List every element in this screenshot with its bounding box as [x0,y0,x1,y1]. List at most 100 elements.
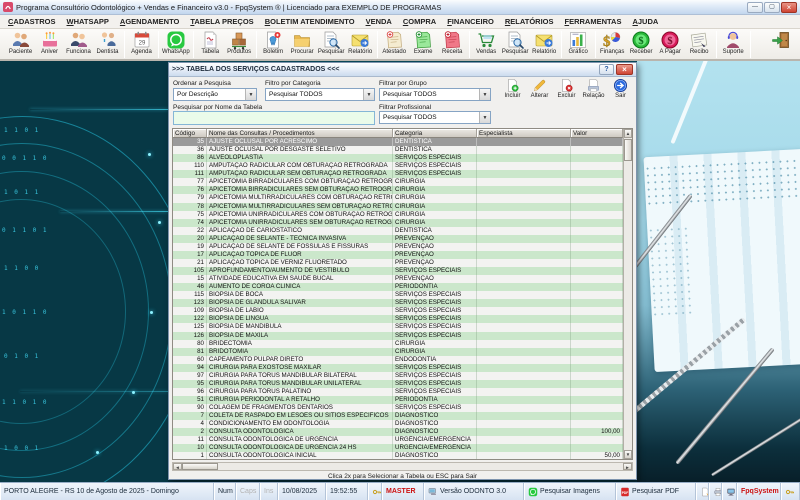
table-row[interactable]: 78APICETOMIA MULTIRRADICULARES SEM OBTUR… [173,203,623,211]
alterar-button[interactable]: Alterar [526,78,553,99]
menu-item-whatsapp[interactable]: WHATSAPP [62,16,114,27]
toolbar-button-boletim[interactable]: Boletim [259,30,288,55]
scroll-up-icon[interactable] [624,129,632,138]
toolbar-button-tabela[interactable]: Tabela [196,30,225,55]
toolbar-button-receita[interactable]: Receita [438,30,467,55]
order-select[interactable]: Por Descrição [173,88,257,101]
table-row[interactable]: 2CONSULTA ODONTOLÓGICADIAGNÓSTICO100,00 [173,428,623,436]
excluir-button[interactable]: Excluir [553,78,580,99]
table-row[interactable]: 1CONSULTA ODONTOLÓGICA INICIALDIAGNÓSTIC… [173,452,623,459]
menu-item-ajuda[interactable]: AJUDA [627,16,663,27]
column-header-nome-das-consultas-procedimentos[interactable]: Nome das Consultas / Procedimentos [207,129,393,138]
table-row[interactable]: 81BRIDOTOMIACIRURGIA [173,348,623,356]
toolbar-button-relatorio[interactable]: Relatório [346,30,375,55]
menu-item-boletim-atendimento[interactable]: BOLETIM ATENDIMENTO [260,16,360,27]
incluir-button[interactable]: Incluir [499,78,526,99]
horizontal-scrollbar[interactable] [172,462,633,471]
table-row[interactable]: 11CONSULTA ODONTOLÓGICA DE URGÊNCIAURGÊN… [173,436,623,444]
group-select[interactable]: Pesquisar TODOS [379,88,491,101]
toolbar-button-suporte[interactable]: Suporte [719,30,748,55]
sair-button[interactable]: Sair [607,78,634,99]
toolbar-button-financas[interactable]: $Finanças [598,30,627,55]
table-row[interactable]: 76APICETOMIA BIRRADICULARES SEM OBTURAÇÃ… [173,186,623,194]
table-row[interactable]: 123BIÓPSIA DE GLÂNDULA SALIVARSERVIÇOS E… [173,299,623,307]
table-row[interactable]: 7COLETA DE RASPADO EM LESÕES OU SITIOS E… [173,412,623,420]
category-select[interactable]: Pesquisar TODOS [265,88,375,101]
toolbar-button-a-pagar[interactable]: $A Pagar [656,30,685,55]
dialog-close-button[interactable] [616,64,633,75]
table-row[interactable]: 17APLICAÇÃO TOPICA DE FLUORPREVENÇÃO [173,251,623,259]
table-row[interactable]: 46AUMENTO DE COROA CLINICAPERIODONTIA [173,283,623,291]
scroll-down-icon[interactable] [624,450,632,459]
table-row[interactable]: 80BRIDECTOMIACIRURGIA [173,340,623,348]
table-row[interactable]: 95CIRURGIA PARA TORUS MANDIBULAR UNILATE… [173,380,623,388]
table-row[interactable]: 96CIRURGIA PARA TORUS PALATINOSERVIÇOS E… [173,388,623,396]
toolbar-button-atestado[interactable]: Atestado [380,30,409,55]
table-row[interactable]: 109BIÓPSIA DE LÁBIOSERVIÇOS ESPECIAIS [173,307,623,315]
menu-item-compra[interactable]: COMPRA [398,16,441,27]
status-printer-icon[interactable] [709,483,722,500]
table-row[interactable]: 97CIRURGIA PARA TORUS MANDIBULAR BILATER… [173,372,623,380]
column-header-valor[interactable]: Valor [571,129,623,138]
table-row[interactable]: 10CONSULTA ODONTOLÓGICA DE URGÊNCIA 24 H… [173,444,623,452]
menu-item-agendamento[interactable]: AGENDAMENTO [115,16,184,27]
toolbar-button-funciona[interactable]: Funciona [64,30,93,55]
close-button[interactable] [781,2,797,13]
table-row[interactable]: 126BIOPSIA DE MAXILASERVIÇOS ESPECIAIS [173,332,623,340]
toolbar-button-recibo[interactable]: Recibo [685,30,714,55]
minimize-button[interactable] [747,2,763,13]
table-row[interactable]: 90COLAGEM DE FRAGMENTOS DENTARIOSSERVIÇO… [173,404,623,412]
toolbar-button-produtos[interactable]: Produtos [225,30,254,55]
professional-select[interactable]: Pesquisar TODOS [379,111,491,124]
toolbar-button-exit-door-icon[interactable] [767,30,796,49]
toolbar-button-aniver[interactable]: Aniver [35,30,64,55]
toolbar-button-exame[interactable]: Exame [409,30,438,55]
table-row[interactable]: 86ALVEOLOPLASTIASERVIÇOS ESPECIAIS [173,154,623,162]
maximize-button[interactable] [764,2,780,13]
toolbar-button-paciente[interactable]: Paciente [6,30,35,55]
status-monitor-icon[interactable] [722,483,737,500]
menu-item-venda[interactable]: VENDA [361,16,397,27]
table-row[interactable]: 111AMPUTAÇÃO RADICULAR SEM OBTURAÇÃO RET… [173,170,623,178]
status-search-images-button[interactable]: Pesquisar Imagens [524,483,616,500]
table-row[interactable]: 79APICETOMIA MULTIRRADICULARES COM OBTUR… [173,194,623,202]
menu-item-financeiro[interactable]: FINANCEIRO [442,16,499,27]
table-row[interactable]: 94CIRURGIA PARA EXOSTOSE MAXILARSERVIÇOS… [173,364,623,372]
column-header-codigo[interactable]: Código [173,129,207,138]
scroll-left-icon[interactable] [173,463,182,470]
relacao-button[interactable]: Relação [580,78,607,99]
dialog-help-button[interactable] [599,64,614,75]
table-row[interactable]: 60CAPEAMENTO PULPAR DIRETOENDODONTIA [173,356,623,364]
toolbar-button-whatsapp[interactable]: WhatsApp [161,30,191,55]
table-name-search-input[interactable] [173,111,375,125]
table-row[interactable]: 22APLICAÇÃO DE CARIOSTATICODENTISTICA [173,227,623,235]
table-row[interactable]: 20APLICAÇÃO DE SELANTE - TECNICA INVASIV… [173,235,623,243]
vertical-scrollbar[interactable] [623,129,632,459]
toolbar-button-relatorio[interactable]: Relatório [530,30,559,55]
table-row[interactable]: 4CONDICIONAMENTO EM ODONTOLOGIADIAGNÓSTI… [173,420,623,428]
column-header-categoria[interactable]: Categoria [393,129,477,138]
vertical-scroll-thumb[interactable] [624,139,632,161]
menu-item-tabela-precos[interactable]: TABELA PREÇOS [185,16,258,27]
horizontal-scroll-thumb[interactable] [182,463,218,470]
table-row[interactable]: 21APLICAÇÃO TOPICA DE VERNIZ FLUORETADOP… [173,259,623,267]
menu-item-ferramentas[interactable]: FERRAMENTAS [560,16,627,27]
table-row[interactable]: 19APLICAÇÃO DE SELANTE DE FÓSSULAS E FIS… [173,243,623,251]
table-row[interactable]: 77APICETOMIA BIRRADICULARES COM OBTURAÇÃ… [173,178,623,186]
table-row[interactable]: 51CIRURGIA PERIODONTAL A RETALHOPERIODON… [173,396,623,404]
scroll-right-icon[interactable] [623,463,632,470]
toolbar-button-vendas[interactable]: Vendas [472,30,501,55]
table-row[interactable]: 110AMPUTAÇÃO RADICULAR COM OBTURAÇÃO RET… [173,162,623,170]
toolbar-button-procurar[interactable]: Procurar [288,30,317,55]
toolbar-button-receber[interactable]: $Receber [627,30,656,55]
table-row[interactable]: 125BIÓPSIA DE MANDIBULASERVIÇOS ESPECIAI… [173,323,623,331]
table-row[interactable]: 15ATIVIDADE EDUCATIVA EM SAÚDE BUCALPREV… [173,275,623,283]
menu-item-relatorios[interactable]: RELATÓRIOS [500,16,559,27]
table-row[interactable]: 75APICETOMIA UNIRRADICULARES COM OBTURAÇ… [173,211,623,219]
table-row[interactable]: 35AJUSTE OCLUSAL POR ACRÉSCIMODENTISTICA [173,138,623,146]
table-row[interactable]: 74APICETOMIA UNIRRADICULARES SEM OBTURAÇ… [173,219,623,227]
table-row[interactable]: 115BIOPSIA DE BOCASERVIÇOS ESPECIAIS [173,291,623,299]
column-header-especialista[interactable]: Especialista [477,129,571,138]
toolbar-button-grafico[interactable]: Gráfico [564,30,593,55]
toolbar-button-dentista[interactable]: Dentista [93,30,122,55]
